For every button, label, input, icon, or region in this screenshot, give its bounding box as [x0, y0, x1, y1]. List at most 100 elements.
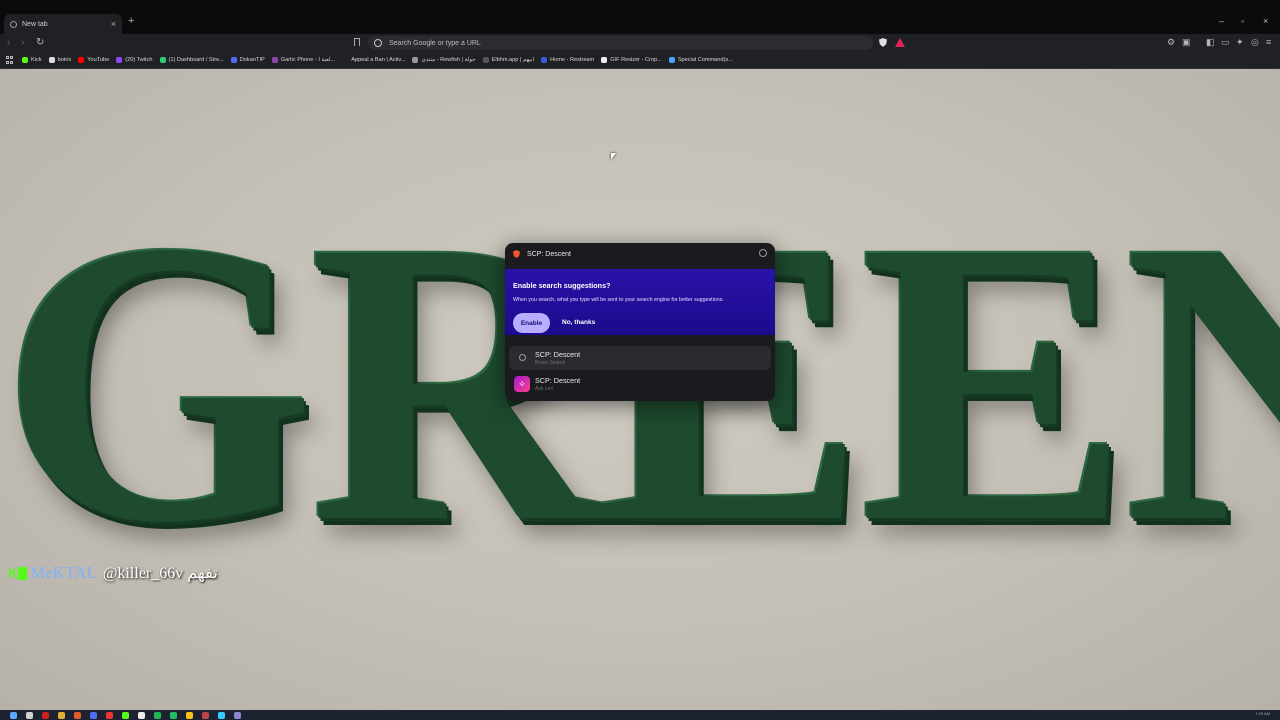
search-suggestions-prompt: Enable search suggestions? When you sear… [505, 269, 775, 335]
bookmark-favicon-icon [22, 57, 28, 63]
brave-lion-icon [513, 250, 520, 258]
bookmark-favicon-icon [668, 57, 675, 63]
taskbar-app-icon[interactable] [10, 711, 17, 719]
taskbar-app-icon[interactable] [106, 711, 113, 719]
tab-new-tab[interactable]: New tab × [4, 14, 122, 34]
bookmark-item[interactable]: Home - Restream [541, 57, 594, 63]
mouse-cursor [611, 153, 616, 160]
bookmark-label: Home - Restream [550, 57, 595, 63]
windows-taskbar: 7:29 AM [0, 710, 1280, 720]
restore-button[interactable]: ▫ [1241, 16, 1244, 26]
stream-overlay: K MeKTAL @killer_66v تفهم [8, 563, 218, 583]
bookmark-label: Appeal a Ban | Activ... [351, 57, 406, 63]
vpn-icon[interactable]: ✦ [1236, 37, 1244, 48]
bookmark-item[interactable]: Kick [22, 57, 42, 63]
bookmark-item[interactable]: (20) Twitch [116, 57, 153, 63]
bookmark-item[interactable]: botrix [48, 57, 71, 63]
overlay-handle: @killer_66v تفهم [102, 565, 218, 582]
bookmark-label: (1) Dashboard / Stre... [168, 57, 224, 63]
forward-button[interactable]: › [21, 37, 24, 48]
taskbar-app-icon[interactable] [58, 711, 65, 719]
tab-strip: New tab × + – ▫ × [0, 0, 1280, 34]
taskbar-app-icon[interactable] [218, 711, 225, 719]
taskbar-app-icon[interactable] [170, 711, 177, 719]
popup-search-field[interactable]: SCP: Descent [505, 243, 775, 265]
suggestion-title: SCP: Descent [535, 350, 581, 359]
bookmark-favicon-icon [159, 57, 166, 63]
tab-title: New tab [22, 20, 48, 28]
no-thanks-button[interactable]: No, thanks [562, 319, 595, 326]
omnibox-dropdown: SCP: Descent Enable search suggestions? … [505, 243, 775, 401]
brave-shields-icon[interactable] [879, 38, 887, 47]
taskbar-app-icon[interactable] [138, 711, 145, 719]
bookmark-item[interactable]: Gartic Phone - لعبة ا... [271, 57, 336, 63]
bookmark-label: YouTube [87, 57, 110, 63]
bookmark-favicon-icon [78, 57, 85, 63]
taskbar-app-icon[interactable] [42, 711, 49, 719]
address-bar[interactable]: Search Google or type a URL [368, 36, 873, 50]
bookmark-favicon-icon [342, 57, 349, 63]
suggestion-row-ask-leo[interactable]: ✧ SCP: Descent Ask Leo [509, 372, 771, 396]
bookmark-label: Elbhm.app | ابيهم [491, 57, 535, 63]
apps-grid-icon[interactable] [6, 56, 14, 64]
bookmark-favicon-icon [230, 57, 237, 63]
close-window-button[interactable]: × [1263, 16, 1268, 26]
taskbar-app-icon[interactable] [154, 711, 161, 719]
overlay-username: MeKTAL [30, 563, 97, 582]
tab-close-icon[interactable]: × [111, 19, 116, 29]
bookmark-favicon-icon [541, 57, 548, 63]
suggestion-row-brave-search[interactable]: SCP: Descent Brave Search [509, 346, 771, 370]
bookmark-item[interactable]: منتدى - Rewfish | جولة [412, 57, 476, 63]
suggestion-title: SCP: Descent [535, 376, 581, 385]
search-icon [519, 354, 526, 361]
navigation-bar: ‹ › ↻ Search Google or type a URL ⚙ ▣ ◧ … [0, 34, 1280, 52]
back-button[interactable]: ‹ [7, 37, 10, 48]
bookmark-item[interactable]: (1) Dashboard / Stre... [159, 57, 224, 63]
taskbar-app-icon[interactable] [26, 711, 33, 719]
bookmark-item[interactable]: Elbhm.app | ابيهم [482, 57, 535, 63]
bookmark-label: Gartic Phone - لعبة ا... [280, 57, 336, 63]
brave-rewards-icon[interactable] [895, 38, 905, 47]
minimize-button[interactable]: – [1219, 16, 1224, 26]
popup-query-text: SCP: Descent [527, 250, 571, 258]
bookmark-item[interactable]: YouTube [78, 57, 109, 63]
search-icon[interactable] [759, 249, 767, 257]
taskbar-app-icon[interactable] [186, 711, 193, 719]
globe-icon [10, 20, 17, 28]
sidebar-icon[interactable]: ◧ [1206, 37, 1215, 48]
taskbar-app-icon[interactable] [74, 711, 81, 719]
suggestion-subtitle: Brave Search [535, 360, 566, 366]
bookmarks-bar: Kick botrix YouTube (20) Twitch (1) Dashboar… [0, 52, 1280, 69]
menu-icon[interactable]: ≡ [1266, 37, 1271, 47]
bookmark-label: منتدى - Rewfish | جولة [421, 57, 476, 63]
reload-button[interactable]: ↻ [36, 37, 44, 48]
bookmark-item[interactable]: Special Command(s... [668, 57, 733, 63]
taskbar-app-icon[interactable] [234, 711, 241, 719]
bookmark-favicon-icon [48, 57, 55, 63]
bookmark-favicon-icon [482, 57, 489, 63]
taskbar-app-icon[interactable] [122, 711, 129, 719]
bookmark-item[interactable]: DokanTIP [230, 57, 265, 63]
bookmark-label: Kick [31, 57, 42, 63]
shield-toolbar-icon[interactable]: ◎ [1251, 37, 1259, 48]
google-icon [374, 39, 382, 47]
bookmark-favicon-icon [271, 57, 278, 63]
bookmark-this-tab-icon[interactable] [354, 38, 360, 46]
kick-logo: K [8, 565, 18, 581]
leo-icon[interactable]: ▭ [1221, 37, 1230, 48]
leo-ai-icon: ✧ [514, 376, 530, 392]
bookmark-item[interactable]: GIF Resizer - Crop... [601, 57, 662, 63]
suggestions-prompt-title: Enable search suggestions? [513, 281, 611, 290]
new-tab-button[interactable]: + [128, 15, 134, 27]
address-bar-placeholder: Search Google or type a URL [389, 39, 481, 47]
taskbar-app-icon[interactable] [202, 711, 209, 719]
extensions-icon[interactable]: ⚙ [1167, 37, 1175, 48]
suggestions-prompt-description: When you search, what you type will be s… [513, 297, 724, 303]
bookmark-item[interactable]: Appeal a Ban | Activ... [342, 57, 405, 63]
bookmark-favicon-icon [116, 57, 123, 63]
enable-suggestions-button[interactable]: Enable [513, 313, 550, 333]
wallet-icon[interactable]: ▣ [1182, 37, 1191, 48]
taskbar-app-icon[interactable] [90, 711, 97, 719]
bookmark-favicon-icon [412, 57, 419, 63]
bookmark-label: (20) Twitch [125, 57, 153, 63]
